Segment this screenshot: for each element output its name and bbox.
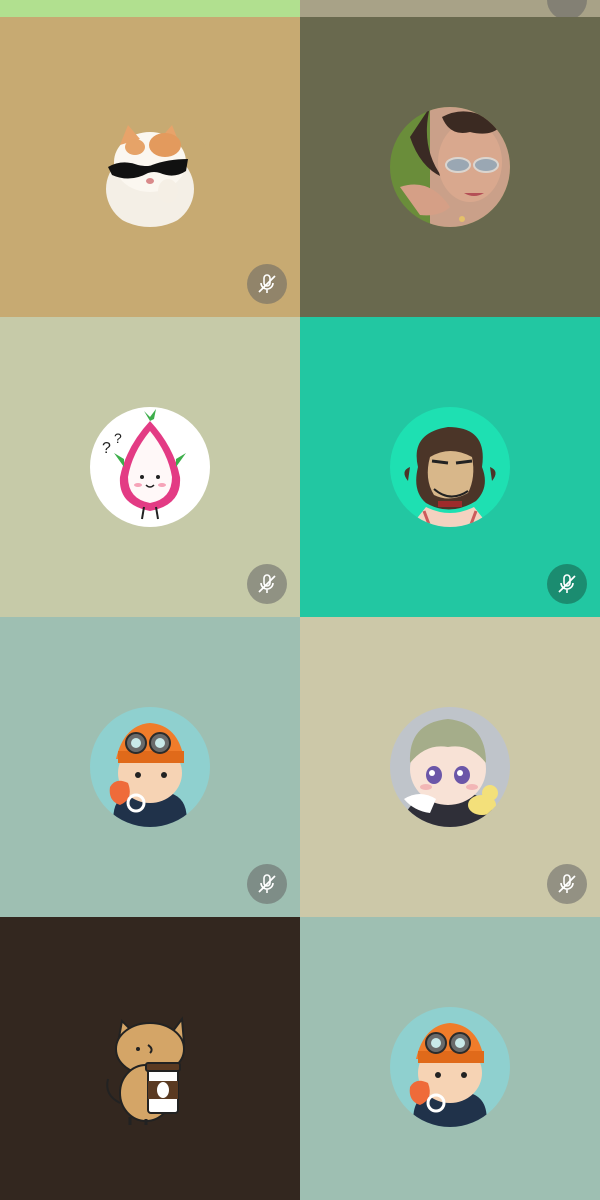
avatar <box>390 107 510 227</box>
participant-tile[interactable] <box>0 17 300 317</box>
participant-tile[interactable] <box>300 917 600 1200</box>
mic-muted-icon <box>247 864 287 904</box>
video-call-grid: ? ? <box>0 0 600 1200</box>
mic-muted-icon <box>247 564 287 604</box>
dragonfruit-character-avatar: ? ? <box>90 407 210 527</box>
participant-tile[interactable] <box>300 0 600 17</box>
avatar <box>390 407 510 527</box>
mic-muted-icon <box>547 864 587 904</box>
svg-text:?: ? <box>114 430 122 446</box>
woman-with-sunglasses-avatar <box>390 107 510 227</box>
participant-tile[interactable] <box>0 0 300 17</box>
participant-tile[interactable] <box>300 617 600 917</box>
mic-muted-icon <box>247 264 287 304</box>
anime-baby-with-duck-avatar <box>390 707 510 827</box>
participant-tile[interactable]: ? ? <box>0 317 300 617</box>
participant-tile[interactable] <box>0 917 300 1200</box>
participant-tile[interactable] <box>300 17 600 317</box>
ape-cartoon-avatar <box>390 407 510 527</box>
avatar <box>90 107 210 227</box>
avatar: ? ? <box>90 407 210 527</box>
participant-tile[interactable] <box>0 617 300 917</box>
avatar <box>90 707 210 827</box>
mic-muted-icon <box>547 0 587 17</box>
participant-tile[interactable] <box>300 317 600 617</box>
avatar <box>390 1007 510 1127</box>
svg-text:?: ? <box>102 440 111 457</box>
cat-holding-coffee-avatar <box>90 1007 210 1127</box>
cat-with-sunglasses-avatar <box>90 107 210 227</box>
avatar <box>390 707 510 827</box>
avatar <box>90 1007 210 1127</box>
boy-with-goggles-avatar <box>390 1007 510 1127</box>
boy-with-goggles-avatar <box>90 707 210 827</box>
mic-muted-icon <box>547 564 587 604</box>
